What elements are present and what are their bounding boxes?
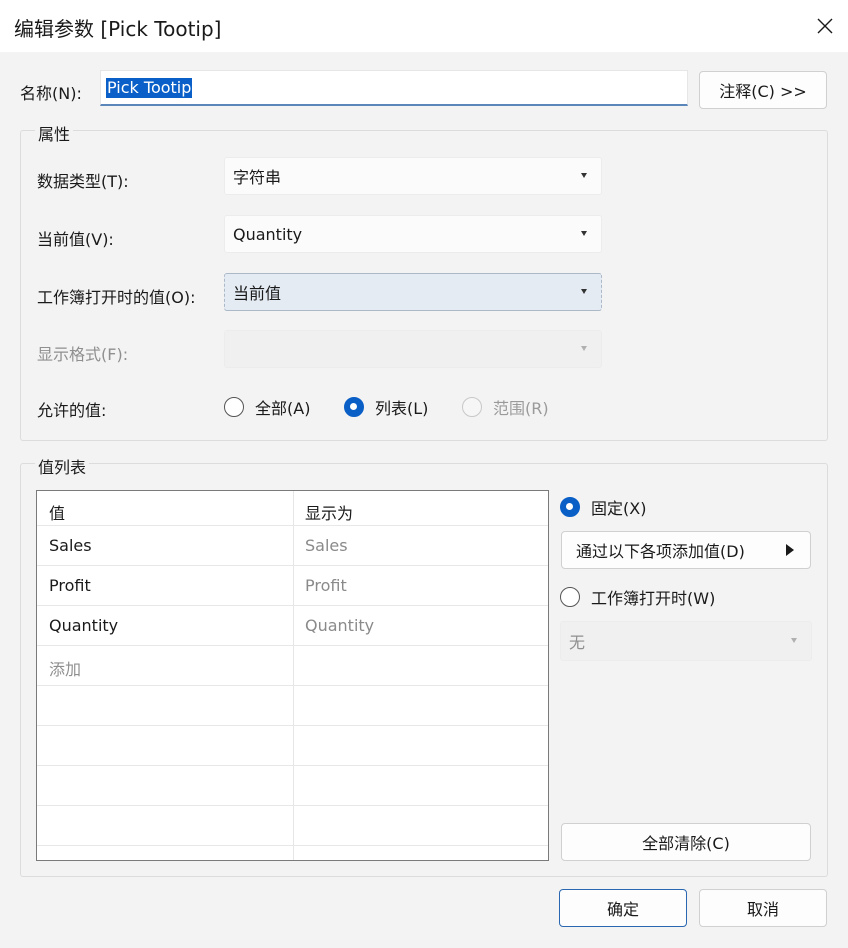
display-format-select[interactable] [224,330,602,368]
window-title: 编辑参数 [Pick Tootip] [14,17,222,41]
properties-title: 属性 [35,121,74,145]
fixed-radio[interactable]: 固定(X) [560,495,646,519]
allowed-values-label: 允许的值: [37,401,107,420]
add-from-button[interactable]: 通过以下各项添加值(D) [561,531,811,569]
chevron-down-icon [581,346,587,351]
on-open-radio[interactable]: 工作簿打开时(W) [560,585,715,609]
allowed-range-label: 范围(R) [493,399,549,418]
empty-row [37,726,548,766]
add-placeholder: 添加 [49,660,82,679]
row-value: Profit [49,576,91,595]
row-value: Sales [49,536,92,555]
clear-all-button[interactable]: 全部清除(C) [561,823,811,861]
name-input[interactable]: Pick Tootip [100,70,688,106]
row-value: Quantity [49,616,119,635]
row-display: Quantity [305,616,375,635]
data-type-value: 字符串 [233,168,282,187]
ok-button[interactable]: 确定 [559,889,687,927]
value-list-title: 值列表 [35,454,90,478]
open-value-select[interactable]: 当前值 [224,273,602,311]
allowed-all-radio[interactable]: 全部(A) [224,395,310,419]
column-header-value: 值 [49,504,66,523]
radio-disabled-icon [462,397,482,417]
chevron-down-icon [581,173,587,178]
add-from-label: 通过以下各项添加值(D) [576,542,745,561]
table-row[interactable]: Quantity Quantity [37,606,548,646]
table-row[interactable]: Sales Sales [37,526,548,566]
open-value-label: 工作簿打开时的值(O): [37,288,196,307]
radio-checked-icon [560,497,580,517]
empty-row [37,806,548,846]
fixed-label: 固定(X) [591,499,647,518]
allowed-range-radio[interactable]: 范围(R) [462,395,549,419]
on-open-label: 工作簿打开时(W) [591,589,716,608]
current-value-label: 当前值(V): [37,230,114,249]
row-display: Sales [305,536,348,555]
cancel-button[interactable]: 取消 [699,889,827,927]
allowed-list-radio[interactable]: 列表(L) [344,395,428,419]
name-input-value: Pick Tootip [106,77,193,98]
data-type-label: 数据类型(T): [37,172,129,191]
chevron-down-icon [581,231,587,236]
radio-checked-icon [344,397,364,417]
triangle-right-icon [786,544,794,556]
radio-unchecked-icon [224,397,244,417]
current-value-select[interactable]: Quantity [224,215,602,253]
chevron-down-icon [791,638,797,643]
allowed-all-label: 全部(A) [255,399,311,418]
empty-row [37,686,548,726]
add-row[interactable]: 添加 [37,646,548,686]
value-list-table[interactable]: 值 显示为 Sales Sales Profit Profit Quantity… [36,490,549,861]
close-button[interactable] [802,0,848,52]
name-label: 名称(N): [20,84,82,103]
display-format-label: 显示格式(F): [37,345,129,364]
open-value-value: 当前值 [233,284,282,303]
row-display: Profit [305,576,347,595]
radio-unchecked-icon [560,587,580,607]
chevron-down-icon [581,289,587,294]
comment-button[interactable]: 注释(C) >> [699,71,827,109]
table-row[interactable]: Profit Profit [37,566,548,606]
on-open-value: 无 [569,633,586,652]
data-type-select[interactable]: 字符串 [224,157,602,195]
table-header: 值 显示为 [37,491,548,526]
empty-row [37,766,548,806]
current-value-value: Quantity [233,224,303,244]
title-bar: 编辑参数 [Pick Tootip] [0,0,848,52]
allowed-list-label: 列表(L) [375,399,429,418]
on-open-select[interactable]: 无 [560,621,812,661]
column-header-display: 显示为 [305,504,354,523]
close-icon [817,18,833,34]
